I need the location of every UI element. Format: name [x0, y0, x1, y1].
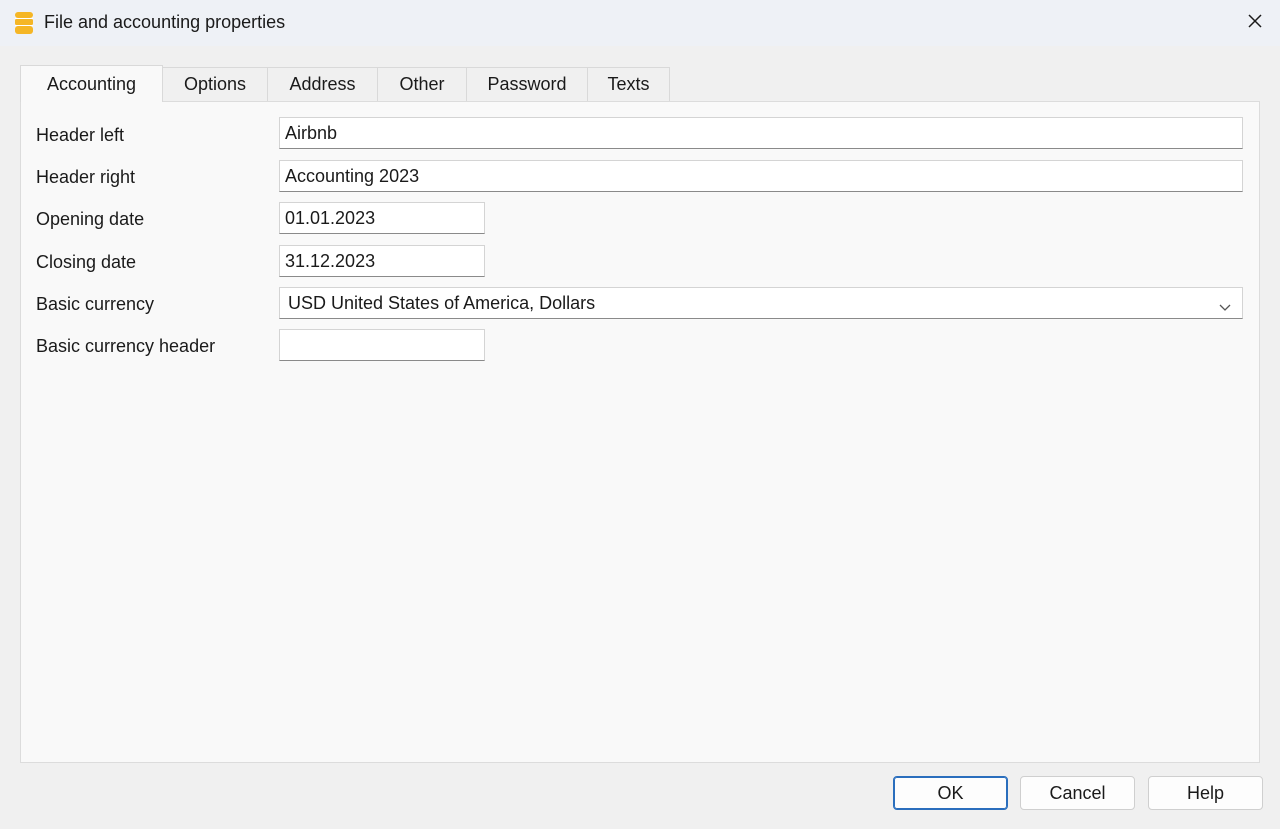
title-bar: File and accounting properties	[0, 0, 1280, 46]
tab-other[interactable]: Other	[377, 67, 467, 101]
header-left-input[interactable]	[279, 117, 1243, 149]
tab-accounting[interactable]: Accounting	[20, 65, 163, 102]
basic-currency-value: USD United States of America, Dollars	[288, 292, 596, 313]
ledger-stack-icon	[14, 11, 34, 35]
close-button[interactable]	[1230, 0, 1280, 46]
accounting-panel	[20, 101, 1260, 763]
basic-currency-select[interactable]: USD United States of America, Dollars	[279, 287, 1243, 319]
tab-address[interactable]: Address	[267, 67, 378, 101]
tab-options[interactable]: Options	[162, 67, 268, 101]
properties-dialog: File and accounting properties Accountin…	[0, 0, 1280, 829]
basic-currency-label: Basic currency	[36, 294, 155, 314]
header-right-input[interactable]	[279, 160, 1243, 192]
cancel-button[interactable]: Cancel	[1020, 776, 1135, 810]
tab-password[interactable]: Password	[466, 67, 588, 101]
tab-texts[interactable]: Texts	[587, 67, 670, 101]
closing-date-label: Closing date	[36, 252, 137, 272]
ok-button[interactable]: OK	[893, 776, 1008, 810]
opening-date-label: Opening date	[36, 209, 145, 229]
closing-date-input[interactable]	[279, 245, 485, 277]
chevron-down-icon	[1218, 297, 1232, 318]
help-button[interactable]: Help	[1148, 776, 1263, 810]
opening-date-input[interactable]	[279, 202, 485, 234]
window-title: File and accounting properties	[44, 12, 286, 32]
basic-currency-header-label: Basic currency header	[36, 336, 216, 356]
close-icon	[1247, 13, 1263, 34]
header-right-label: Header right	[36, 167, 136, 187]
header-left-label: Header left	[36, 125, 125, 145]
basic-currency-header-input[interactable]	[279, 329, 485, 361]
